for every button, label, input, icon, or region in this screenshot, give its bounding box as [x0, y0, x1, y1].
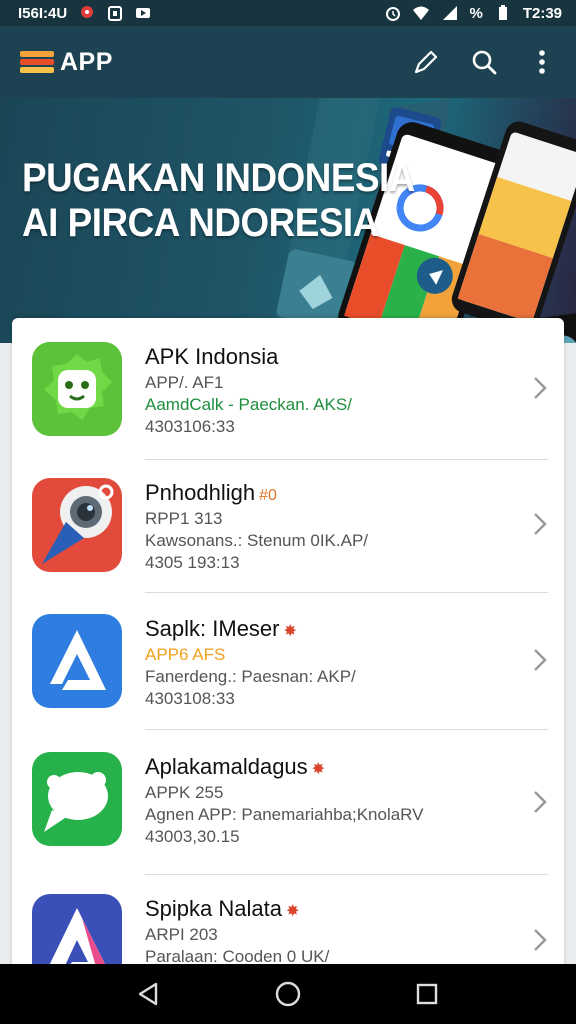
pin-icon [81, 6, 94, 18]
more-options-button[interactable] [528, 48, 556, 76]
lock-icon [108, 6, 123, 21]
app-description: Fanerdeng.: Paesnan: AKP/ [145, 667, 356, 686]
hero-title-line1: PUGAKAN INDONESIA [22, 156, 415, 200]
chevron-right-icon [534, 929, 547, 951]
app-name: Spipka Nalata [145, 896, 282, 921]
signal-icon [443, 6, 458, 20]
battery-icon [498, 5, 507, 20]
status-bar: I56I:4U % T2:39 [0, 0, 576, 26]
back-button[interactable] [132, 977, 166, 1011]
app-name: APK Indonsia [145, 344, 279, 369]
chevron-right-icon [534, 649, 547, 671]
list-item[interactable]: Pnhodhligh #0 RPP1 313 Kawsonans.: Stenum… [12, 478, 564, 598]
app-meta: 4305 193:13 [145, 553, 240, 572]
app-name: Pnhodhligh [145, 480, 256, 505]
youtube-icon [136, 8, 151, 18]
list-item[interactable]: Saplk: IMeser ✸ APP6 AFS Fanerdeng.: Paes… [12, 614, 564, 734]
home-icon [275, 981, 301, 1007]
search-button[interactable] [470, 48, 498, 76]
recents-icon [416, 983, 437, 1005]
divider [145, 874, 548, 875]
divider [145, 592, 548, 593]
hero-banner[interactable]: PUGAKAN INDONESIA AI PIRCA NDORESIA [0, 98, 576, 343]
app-badge: ✸ [311, 761, 326, 778]
list-item[interactable]: Aplakamaldagus ✸ APPK 255 Agnen APP: Pane… [12, 752, 564, 878]
drive-icon [32, 614, 122, 708]
more-vert-icon [539, 50, 545, 74]
hero-title-line2: AI PIRCA NDORESIA [22, 201, 379, 245]
chevron-right-icon [534, 791, 547, 813]
app-description: Agnen APP: Panemariahba;KnolaRV [145, 805, 424, 824]
status-time: T2:39 [522, 4, 562, 22]
app-list-card: APK Indonsia APP/. AF1 AamdCalk - Paecka… [12, 318, 564, 978]
edit-icon [414, 50, 438, 74]
recents-button[interactable] [410, 977, 444, 1011]
app-description: Kawsonans.: Stenum 0IK.AP/ [145, 531, 369, 550]
divider [145, 729, 548, 730]
app-name: Saplk: IMeser [145, 616, 280, 641]
app-description: AamdCalk - Paeckan. AKS/ [145, 395, 352, 414]
app-subtitle: APP/. AF1 [145, 373, 224, 392]
app-badge: ✸ [285, 903, 300, 920]
lens-icon [32, 478, 122, 572]
app-meta: 4303108:33 [145, 689, 235, 708]
app-subtitle: APPK 255 [145, 783, 224, 802]
app-subtitle: ARPI 203 [145, 925, 218, 944]
edit-button[interactable] [412, 48, 440, 76]
app-subtitle: RPP1 313 [145, 509, 223, 528]
app-subtitle: APP6 AFS [145, 645, 226, 664]
wifi-icon [413, 6, 430, 20]
app-name: Aplakamaldagus [145, 754, 308, 779]
divider [145, 459, 548, 460]
navigation-bar [0, 964, 576, 1024]
status-text-left: I56I:4U [18, 4, 68, 22]
app-logo-icon [20, 51, 54, 73]
home-button[interactable] [271, 977, 305, 1011]
chat-icon [32, 752, 122, 846]
back-icon [139, 982, 158, 1006]
app-title: APP [60, 47, 113, 76]
app-badge: #0 [259, 487, 277, 504]
app-bar: APP [0, 26, 576, 98]
list-item[interactable]: APK Indonsia APP/. AF1 AamdCalk - Paecka… [12, 342, 564, 462]
bot-icon [32, 342, 122, 436]
battery-text: % [469, 4, 483, 22]
chevron-right-icon [534, 513, 547, 535]
chevron-right-icon [534, 377, 547, 399]
hero-title: PUGAKAN INDONESIA AI PIRCA NDORESIA [22, 156, 415, 246]
alarm-icon [386, 7, 401, 21]
app-meta: 43003,30.15 [145, 827, 240, 846]
app-badge: ✸ [283, 623, 297, 640]
search-icon [472, 50, 497, 75]
app-meta: 4303106:33 [145, 417, 235, 436]
